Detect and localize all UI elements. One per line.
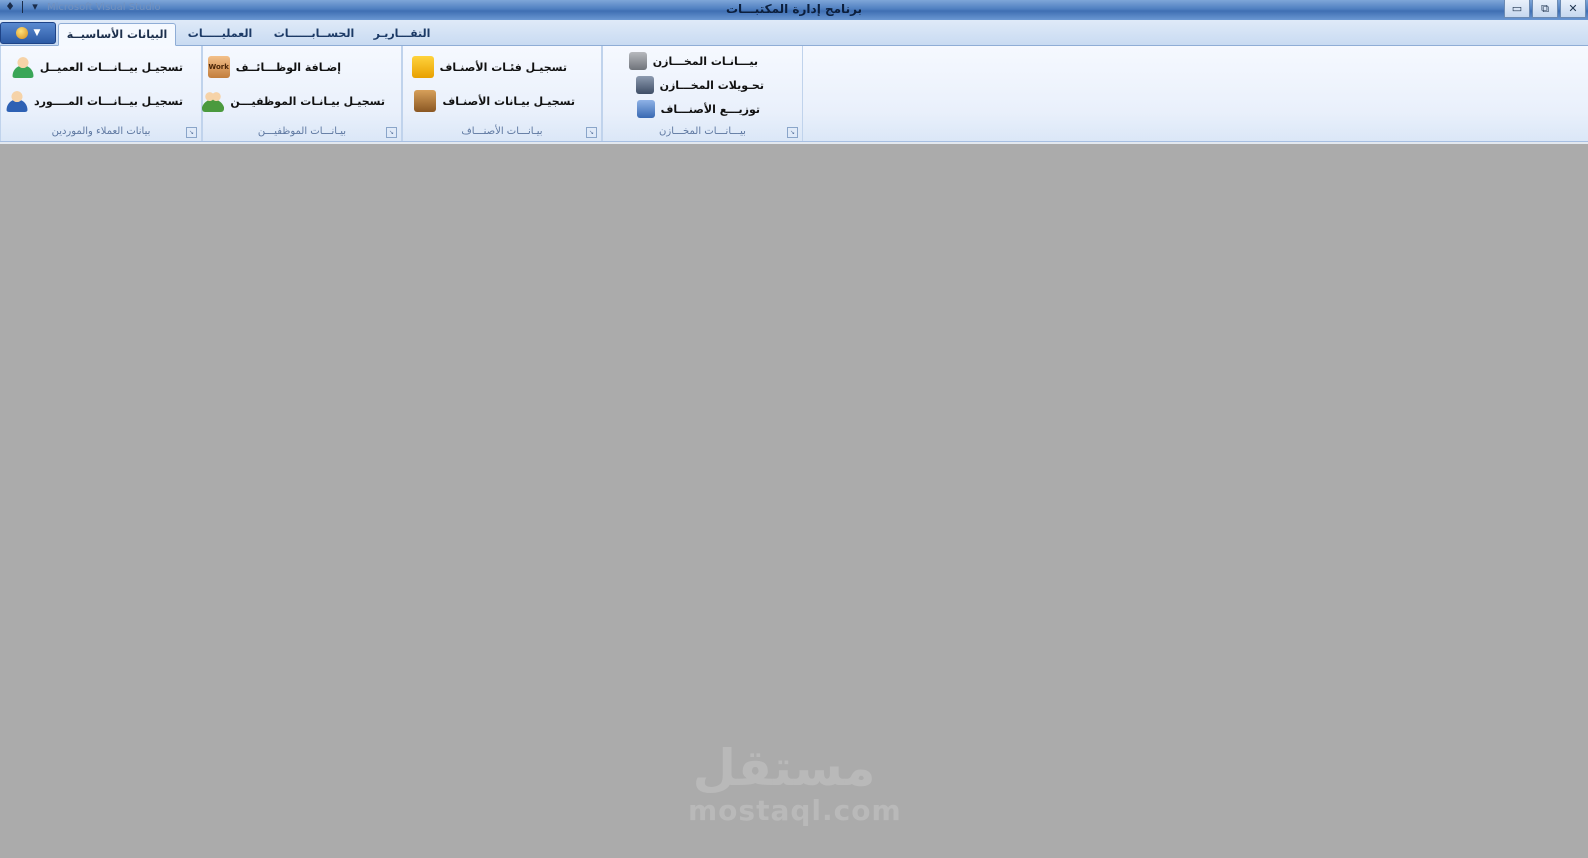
minimize-button[interactable]: ▭ [1504, 0, 1530, 18]
restore-button[interactable]: ⧉ [1532, 0, 1558, 18]
dialog-launcher-icon[interactable]: ↘ [586, 127, 597, 138]
register-supplier-button[interactable]: تسجيـل بيــانـــات المــــورد [5, 90, 183, 112]
register-item-categories-button[interactable]: تسجيـل فئـات الأصنـاف [411, 56, 567, 78]
watermark: مستقل mostaql.com [688, 739, 902, 827]
group-caption: بيـانـــات الأصنـــاف [461, 126, 543, 137]
watermark-latin: mostaql.com [688, 794, 902, 827]
shopping-bag-icon [411, 56, 434, 78]
warehouse-icon [628, 52, 647, 70]
item-distribution-button[interactable]: توزيـــع الأصنـــاف [636, 100, 760, 118]
ribbon-divider [0, 142, 1588, 144]
register-item-categories-label: تسجيـل فئـات الأصنـاف [439, 60, 567, 74]
window-controls: ▭ ⧉ ✕ [1504, 0, 1586, 18]
tab-reports[interactable]: التقـــاريـر [366, 23, 438, 44]
ribbon-tab-strip: ▼ البيانات الأساسيــة العمليـــــات الحس… [0, 20, 1588, 46]
application-menu-button[interactable]: ▼ [0, 22, 56, 44]
register-employees-button[interactable]: تسجيـل بيـانـات الموظفيـــن [202, 90, 385, 112]
work-badge-icon: Work [207, 56, 230, 78]
supplier-icon [5, 90, 28, 112]
title-bar: ♦ ▾ Microsoft Visual Studio برنامج إدارة… [0, 0, 1588, 20]
group-employees: إضـافة الوظـــائــف Work تسجيـل بيـانـات… [202, 46, 402, 141]
add-jobs-label: إضـافة الوظـــائــف [235, 60, 341, 74]
store-data-label: بيـــانـات المخـــازن [652, 54, 758, 68]
dialog-launcher-icon[interactable]: ↘ [386, 127, 397, 138]
group-caption: بيـانـــات الموظفيـــن [257, 126, 347, 137]
group-stores: بيـــانـات المخـــازن تحـويلات المخـــاز… [602, 46, 803, 141]
application-orb-icon [15, 27, 28, 39]
tab-operations[interactable]: العمليـــــات [178, 23, 262, 44]
store-transfers-button[interactable]: تحـويلات المخـــازن [635, 76, 764, 94]
tab-basic-data[interactable]: البيانات الأساسيــة [58, 23, 176, 46]
window-title: برنامج إدارة المكتبـــات [725, 2, 863, 16]
store-data-button[interactable]: بيـــانـات المخـــازن [628, 52, 758, 70]
tab-accounts[interactable]: الحســابــــــات [266, 23, 362, 44]
dialog-launcher-icon[interactable]: ↘ [787, 127, 798, 138]
register-items-label: تسجيـل بيـانات الأصنـاف [442, 94, 575, 108]
register-employees-label: تسجيـل بيـانـات الموظفيـــن [230, 94, 385, 108]
add-jobs-button[interactable]: إضـافة الوظـــائــف Work [207, 56, 341, 78]
chevron-down-icon: ▼ [33, 28, 41, 38]
dialog-launcher-icon[interactable]: ↘ [186, 127, 197, 138]
close-button[interactable]: ✕ [1560, 0, 1586, 18]
box-icon [414, 90, 437, 112]
customer-icon [11, 56, 34, 78]
ribbon-panel: تسجيـل بيــانـــات العميــل تسجيـل بيــا… [0, 46, 1588, 142]
transfer-icon [635, 76, 654, 94]
users-add-icon [202, 90, 225, 112]
register-items-button[interactable]: تسجيـل بيـانات الأصنـاف [414, 90, 575, 112]
item-distribution-label: توزيـــع الأصنـــاف [660, 102, 760, 116]
group-items: تسجيـل فئـات الأصنـاف تسجيـل بيـانات الأ… [402, 46, 602, 141]
register-customer-label: تسجيـل بيــانـــات العميــل [39, 60, 183, 74]
register-supplier-label: تسجيـل بيــانـــات المــــورد [33, 94, 183, 108]
store-transfers-label: تحـويلات المخـــازن [659, 78, 764, 92]
watermark-arabic: مستقل [692, 739, 876, 797]
group-customers-suppliers: تسجيـل بيــانـــات العميــل تسجيـل بيــا… [0, 46, 202, 141]
register-customer-button[interactable]: تسجيـل بيــانـــات العميــل [11, 56, 183, 78]
group-caption: بيـــانـــات المخـــازن [659, 126, 746, 137]
group-caption: بيانات العملاء والموردين [51, 126, 151, 137]
distribution-icon [636, 100, 655, 118]
